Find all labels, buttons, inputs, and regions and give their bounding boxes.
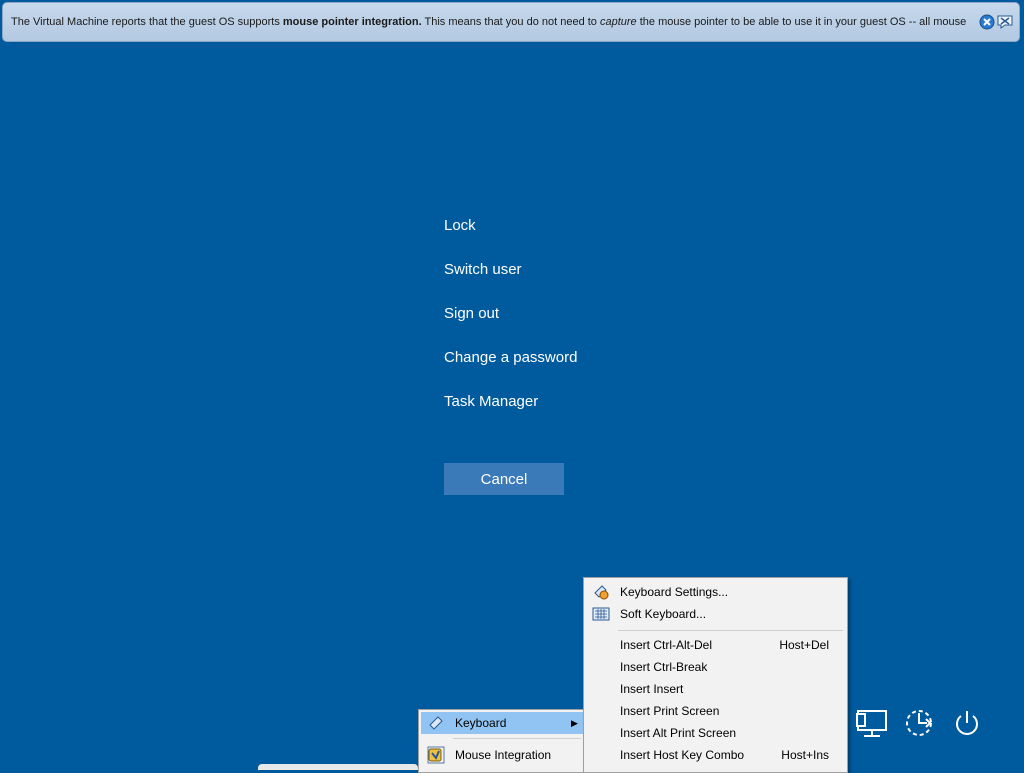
keyboard-menu-icon — [421, 715, 451, 731]
menu-item-keyboard[interactable]: Keyboard ▶ — [421, 712, 583, 734]
ease-of-access-icon[interactable] — [902, 706, 936, 740]
menu-item-insert-alt-print-screen[interactable]: Insert Alt Print Screen — [586, 722, 845, 744]
keyboard-settings-icon — [586, 584, 616, 600]
menu-item-label: Soft Keyboard... — [620, 607, 707, 621]
menu-separator — [618, 630, 843, 631]
sign-out-option[interactable]: Sign out — [444, 302, 577, 346]
menu-item-label: Keyboard — [455, 716, 507, 730]
menu-item-label: Insert Insert — [620, 682, 684, 696]
menu-item-insert-ctrl-alt-del[interactable]: Insert Ctrl-Alt-Del Host+Del — [586, 634, 845, 656]
task-manager-option[interactable]: Task Manager — [444, 390, 577, 434]
menu-item-shortcut: Host+Ins — [781, 748, 829, 762]
switch-user-option[interactable]: Switch user — [444, 258, 577, 302]
banner-text: The Virtual Machine reports that the gue… — [11, 16, 283, 28]
mouse-integration-icon — [421, 746, 451, 764]
banner-italic-text: capture — [599, 16, 637, 28]
menu-item-soft-keyboard[interactable]: Soft Keyboard... — [586, 603, 845, 625]
menu-item-label: Insert Host Key Combo — [620, 748, 745, 762]
menu-separator — [453, 738, 581, 739]
menu-item-insert-host-key-combo[interactable]: Insert Host Key Combo Host+Ins — [586, 744, 845, 766]
mute-messages-icon[interactable] — [997, 14, 1013, 30]
chevron-right-icon: ▶ — [571, 717, 578, 728]
menu-item-insert-insert[interactable]: Insert Insert — [586, 678, 845, 700]
keyboard-submenu: Keyboard Settings... Soft Keyboard... In… — [583, 577, 848, 773]
security-options-list: Lock Switch user Sign out Change a passw… — [444, 214, 577, 434]
menu-item-label: Insert Alt Print Screen — [620, 726, 737, 740]
lock-option[interactable]: Lock — [444, 214, 577, 258]
menu-item-mouse-integration[interactable]: Mouse Integration — [421, 744, 583, 766]
banner-text: This means that you do not need to — [421, 16, 600, 28]
menu-item-label: Keyboard Settings... — [620, 585, 729, 599]
power-icon[interactable] — [950, 706, 984, 740]
network-icon[interactable] — [855, 706, 889, 740]
menu-item-label: Insert Ctrl-Alt-Del — [620, 638, 713, 652]
change-password-option[interactable]: Change a password — [444, 346, 577, 390]
notification-banner: The Virtual Machine reports that the gue… — [2, 2, 1020, 42]
vm-context-menu: Keyboard ▶ Mouse Integration — [418, 709, 586, 773]
banner-bold-text: mouse pointer integration. — [282, 16, 422, 28]
menu-item-insert-print-screen[interactable]: Insert Print Screen — [586, 700, 845, 722]
cancel-button[interactable]: Cancel — [444, 463, 564, 495]
menu-item-shortcut: Host+Del — [779, 638, 829, 652]
menu-item-label: Insert Print Screen — [620, 704, 720, 718]
menu-item-insert-ctrl-break[interactable]: Insert Ctrl-Break — [586, 656, 845, 678]
window-edge — [258, 764, 418, 770]
menu-item-keyboard-settings[interactable]: Keyboard Settings... — [586, 581, 845, 603]
menu-item-label: Mouse Integration — [455, 748, 552, 762]
banner-text: the mouse pointer to be able to use it i… — [636, 16, 967, 28]
menu-item-label: Insert Ctrl-Break — [620, 660, 708, 674]
soft-keyboard-icon — [586, 607, 616, 621]
close-icon[interactable] — [979, 14, 995, 30]
banner-message: The Virtual Machine reports that the gue… — [11, 16, 979, 28]
